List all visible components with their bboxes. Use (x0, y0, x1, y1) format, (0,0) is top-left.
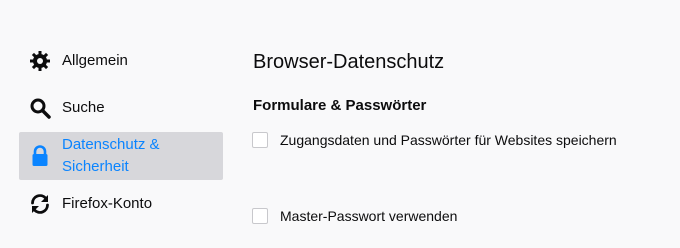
lock-icon (32, 145, 48, 166)
master-password-checkbox[interactable] (252, 208, 268, 224)
gear-icon (30, 51, 50, 71)
page-title: Browser-Datenschutz (253, 51, 445, 73)
search-icon (30, 98, 51, 119)
sync-icon (31, 194, 49, 214)
sidebar-item-label: Allgemein (62, 52, 128, 69)
master-password-label[interactable]: Master-Passwort verwenden (280, 207, 457, 225)
save-logins-option[interactable]: Zugangsdaten und Passwörter für Websites… (252, 131, 617, 149)
sidebar-item-firefox-account[interactable]: Firefox-Konto (19, 189, 223, 219)
sidebar-item-search[interactable]: Suche (19, 93, 223, 123)
sidebar-item-label: Datenschutz & Sicherheit (62, 136, 160, 175)
preferences-main-panel: Browser-Datenschutz Formulare & Passwört… (252, 0, 672, 248)
save-logins-label[interactable]: Zugangsdaten und Passwörter für Websites… (280, 131, 617, 149)
sidebar-item-label: Suche (62, 99, 105, 116)
sidebar-navigation: Allgemein Suche Datenschutz & Sicherheit… (0, 0, 240, 248)
sidebar-item-privacy-security[interactable]: Datenschutz & Sicherheit (19, 132, 223, 180)
section-title-forms-passwords: Formulare & Passwörter (253, 97, 427, 114)
sidebar-item-general[interactable]: Allgemein (19, 46, 223, 76)
sidebar-item-label: Firefox-Konto (62, 195, 153, 212)
master-password-option[interactable]: Master-Passwort verwenden (252, 207, 457, 225)
save-logins-checkbox[interactable] (252, 132, 268, 148)
